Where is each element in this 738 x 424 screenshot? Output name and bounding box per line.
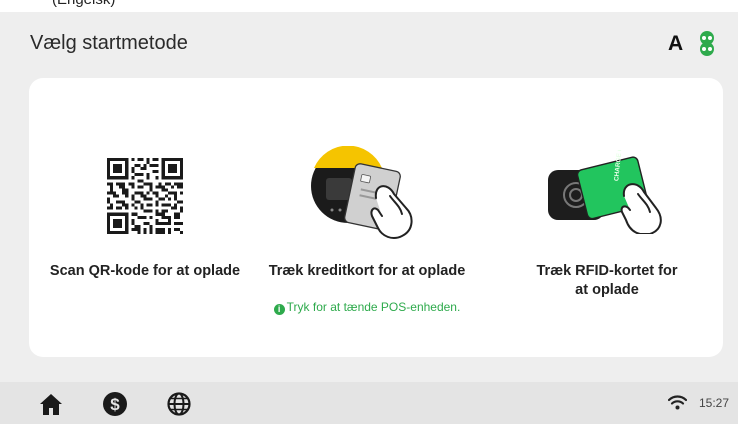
clock: 15:27 [699, 396, 730, 410]
qr-code-icon [107, 158, 183, 234]
language-badge[interactable]: A [668, 32, 683, 56]
header: Vælg startmetode A [0, 12, 738, 74]
svg-text:$: $ [110, 395, 120, 414]
option-rfid-label: Træk RFID-kortet for at oplade [536, 263, 678, 298]
option-rfid[interactable]: CHARGE CARD Træk RFID-kortet for at opla… [507, 78, 707, 357]
info-icon: i [273, 304, 285, 315]
page-title: Vælg startmetode [30, 32, 188, 54]
option-qr-label: Scan QR-kode for at oplade [49, 263, 241, 279]
wifi-icon [668, 395, 687, 410]
start-method-card: Scan QR-kode for at oplade Træk kreditko… [29, 78, 723, 357]
bottom-bar: $ 15:27 [0, 382, 738, 424]
rfid-card-icon: CHARGE CARD [548, 150, 662, 234]
charger-logo-icon [700, 31, 714, 56]
globe-icon[interactable] [166, 391, 192, 417]
option-qr-code[interactable]: Scan QR-kode for at oplade [47, 78, 243, 357]
top-strip-text: (Engelsk) [52, 0, 115, 8]
pos-hint-text: Tryk for at tænde POS-enheden. [286, 300, 461, 314]
option-credit-card-label: Træk kreditkort for at oplade [268, 263, 466, 279]
option-credit-card[interactable]: Træk kreditkort for at oplade i Tryk for … [261, 78, 473, 357]
pos-hint[interactable]: i Tryk for at tænde POS-enheden. [261, 300, 473, 315]
credit-card-terminal-icon [311, 146, 413, 239]
top-strip: (Engelsk) [0, 0, 738, 12]
dollar-icon[interactable]: $ [102, 391, 128, 417]
home-icon[interactable] [38, 391, 64, 417]
